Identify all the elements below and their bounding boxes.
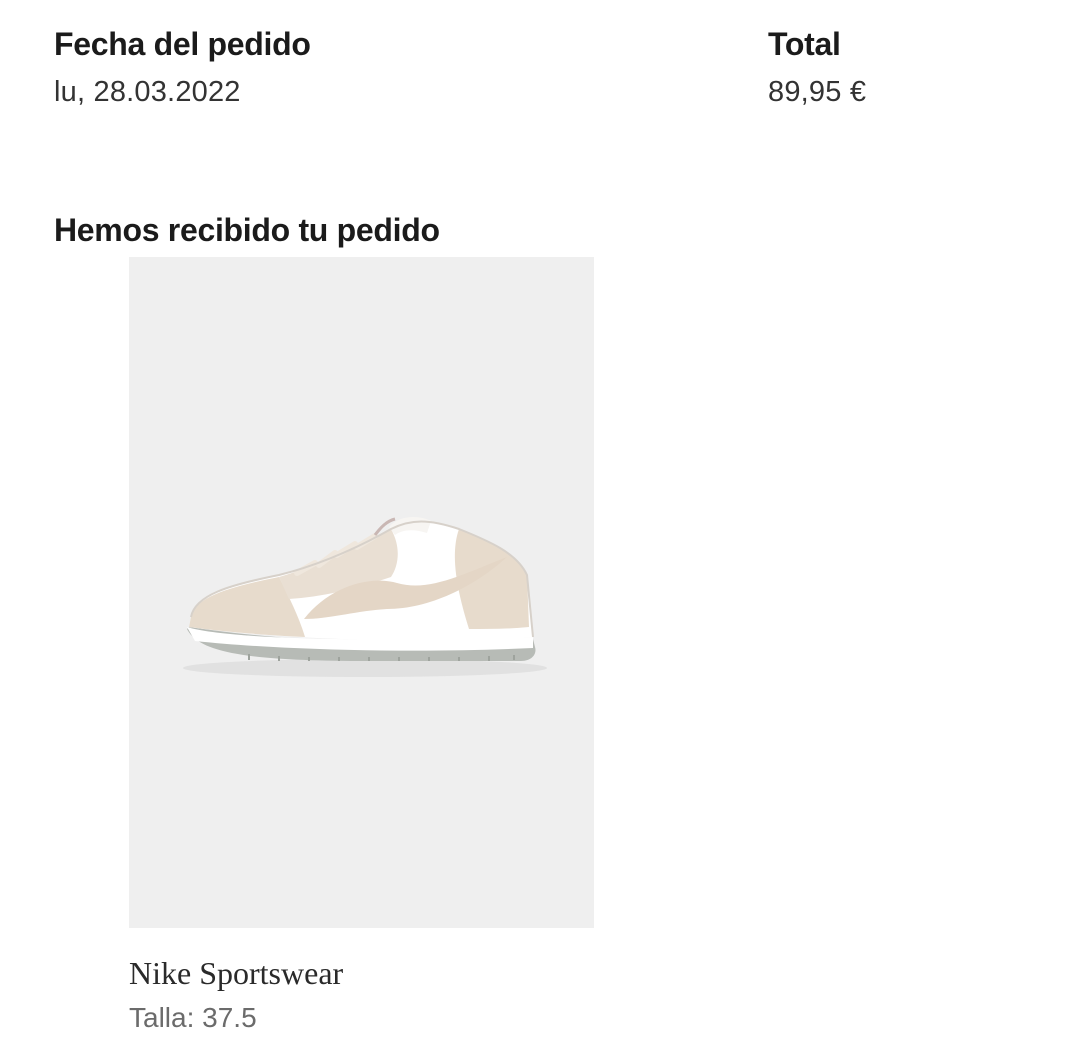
order-total-label: Total <box>768 26 841 62</box>
order-date-block: Fecha del pedido lu, 28.03.2022 <box>54 24 311 110</box>
sneaker-image-icon <box>183 517 547 677</box>
order-date-label: Fecha del pedido <box>54 26 311 62</box>
order-total-block: Total 89,95 € <box>768 24 866 110</box>
product-brand[interactable]: Nike Sportswear <box>129 953 343 993</box>
order-date-value: lu, 28.03.2022 <box>54 76 241 108</box>
order-total-value: 89,95 € <box>768 76 867 108</box>
product-image[interactable] <box>129 257 594 928</box>
order-status-title: Hemos recibido tu pedido <box>54 212 440 248</box>
product-size: Talla: 37.5 <box>129 1002 257 1033</box>
